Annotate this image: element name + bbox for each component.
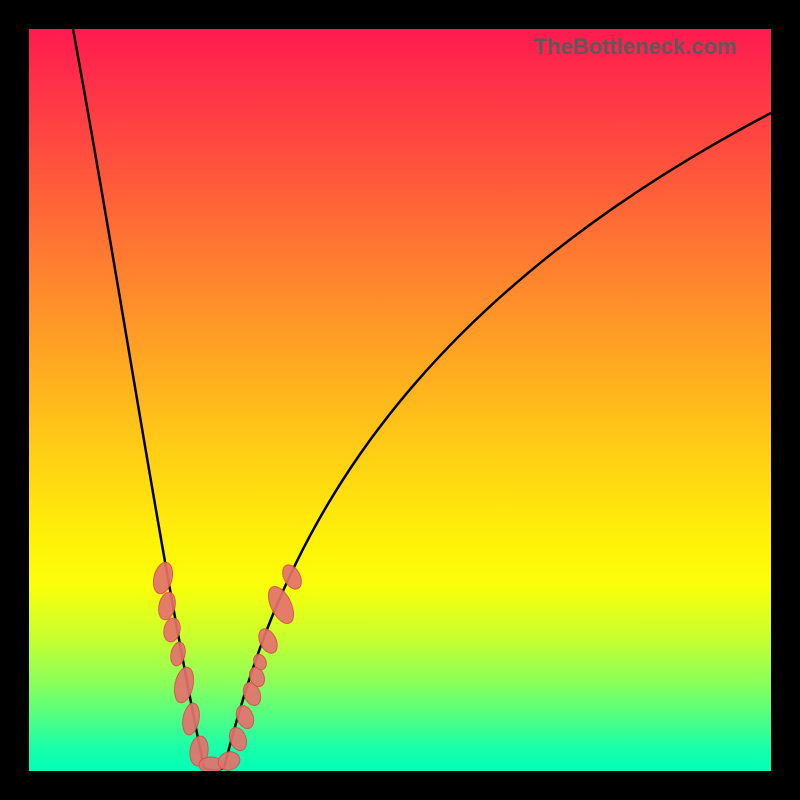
data-marker: [263, 583, 299, 628]
data-marker: [180, 702, 201, 736]
data-marker: [279, 562, 305, 592]
data-marker: [233, 703, 257, 731]
marker-layer: [150, 560, 305, 771]
data-marker: [171, 666, 196, 705]
chart-frame: TheBottleneck.com: [0, 0, 800, 800]
data-marker: [150, 560, 175, 595]
chart-svg: [29, 29, 771, 771]
plot-area: TheBottleneck.com: [29, 29, 771, 771]
